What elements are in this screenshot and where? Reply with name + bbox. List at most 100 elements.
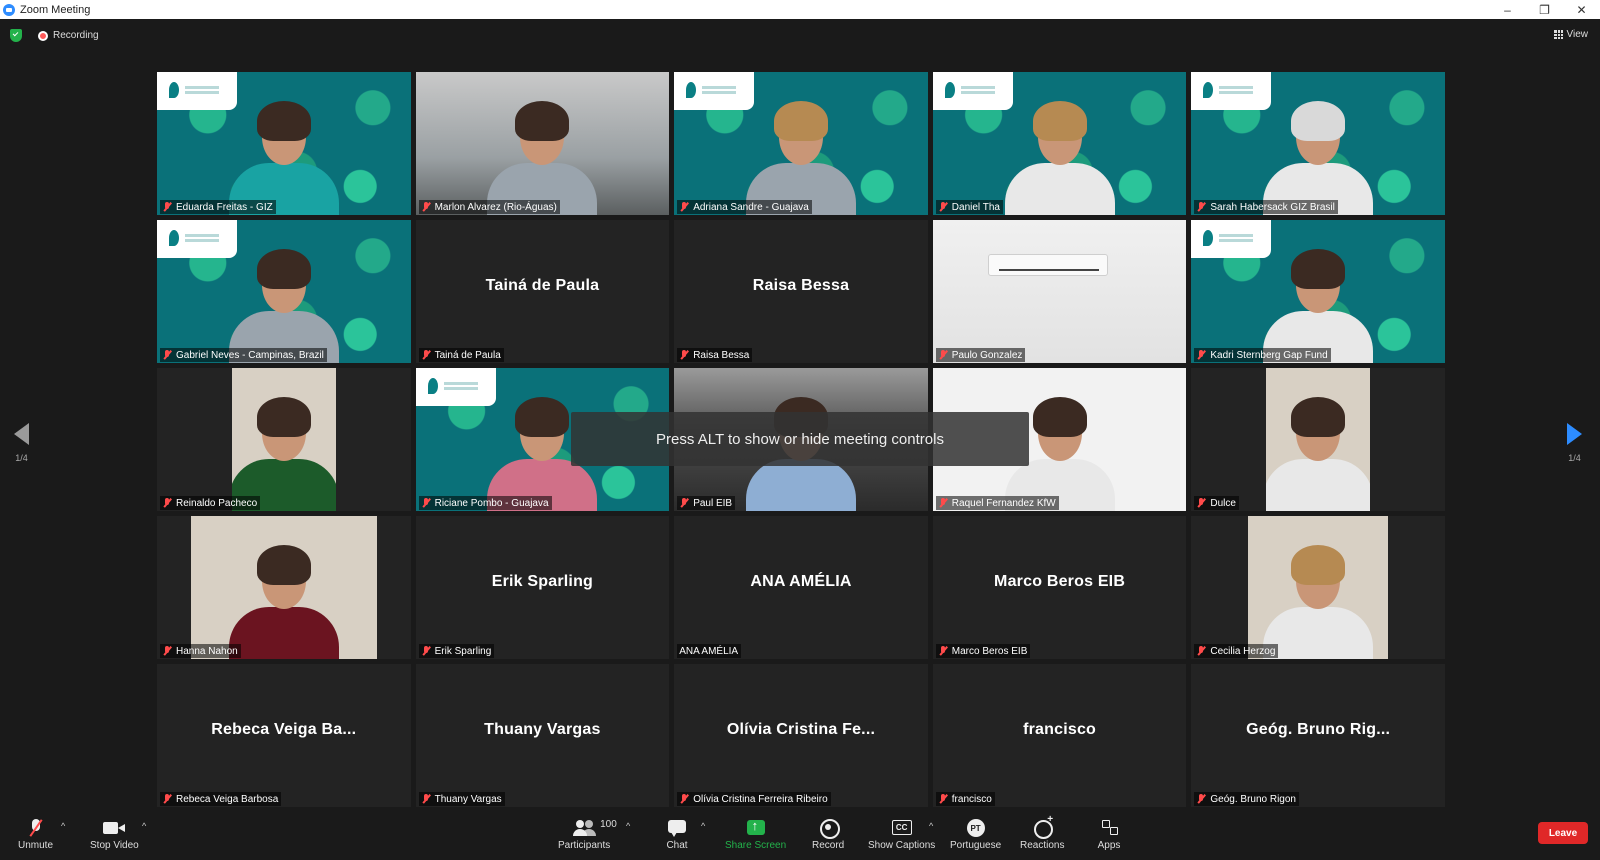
show-captions-button[interactable]: CC Show Captions [868, 819, 935, 851]
view-button[interactable]: View [1553, 29, 1588, 40]
video-feed [1248, 516, 1389, 659]
muted-mic-icon [1196, 202, 1206, 212]
participant-name: Geóg. Bruno Rigon [1210, 793, 1296, 805]
participant-name-label: Sarah Habersack GIZ Brasil [1194, 200, 1338, 214]
muted-mic-icon [421, 350, 431, 360]
participant-tile[interactable]: Reinaldo Pacheco [157, 368, 411, 511]
encryption-shield-icon[interactable] [10, 29, 22, 42]
participant-tile[interactable]: Adriana Sandre - Guajava [674, 72, 928, 215]
participant-name: Daniel Tha [951, 201, 1000, 213]
chat-bubble-icon [665, 819, 689, 837]
alt-hint-tooltip: Press ALT to show or hide meeting contro… [571, 412, 1029, 466]
participant-tile[interactable]: Paulo Gonzalez [932, 220, 1187, 363]
participant-tile[interactable]: Marlon Alvarez (Rio-Águas) [415, 72, 670, 215]
participant-name: Hanna Nahon [176, 645, 238, 657]
muted-mic-icon [938, 350, 948, 360]
participant-name: Paulo Gonzalez [951, 349, 1023, 361]
participant-name-label: Rebeca Veiga Barbosa [160, 792, 282, 806]
participant-video-image [231, 391, 336, 511]
participant-tile[interactable]: Hanna Nahon [157, 516, 411, 659]
participant-tile[interactable]: Olívia Cristina Fe... Olívia Cristina Fer… [674, 664, 928, 807]
video-feed [190, 516, 377, 659]
apps-label: Apps [1097, 840, 1121, 851]
participant-name: Raquel Fernandez KfW [951, 497, 1056, 509]
muted-mic-icon [162, 350, 172, 360]
close-button[interactable]: ✕ [1563, 0, 1600, 19]
muted-mic-icon [421, 794, 431, 804]
chat-button[interactable]: Chat [665, 819, 689, 851]
participant-tile[interactable]: Sarah Habersack GIZ Brasil [1191, 72, 1445, 215]
minimize-button[interactable]: – [1489, 0, 1526, 19]
participant-tile[interactable]: Gabriel Neves - Campinas, Brazil [157, 220, 411, 363]
chat-options-caret-icon[interactable]: ^ [701, 821, 705, 831]
gap-fund-logo [415, 368, 496, 406]
participants-options-caret-icon[interactable]: ^ [626, 821, 630, 831]
participant-tile[interactable]: Marco Beros EIB Marco Beros EIB [932, 516, 1187, 659]
participant-name-label: Erik Sparling [418, 644, 495, 658]
participant-name-label: Daniel Tha [935, 200, 1003, 214]
gap-fund-logo [1191, 72, 1272, 110]
participants-icon: 100 [572, 819, 617, 837]
participant-tile[interactable]: Eduarda Freitas - GIZ [157, 72, 411, 215]
participant-tile[interactable]: Erik Sparling Erik Sparling [415, 516, 670, 659]
audio-options-caret-icon[interactable]: ^ [61, 821, 65, 831]
video-camera-icon [102, 819, 126, 837]
unmute-button[interactable]: Unmute [18, 819, 53, 851]
participant-name: Cecilia Herzog [1210, 645, 1276, 657]
participant-tile[interactable]: Tainá de Paula Tainá de Paula [415, 220, 670, 363]
recording-indicator[interactable]: Recording [38, 30, 99, 41]
restore-button[interactable]: ❐ [1526, 0, 1563, 19]
meeting-topbar: Recording View [0, 19, 1600, 53]
record-button[interactable]: Record [812, 819, 844, 851]
participant-tile[interactable]: Raisa Bessa Raisa Bessa [674, 220, 928, 363]
participant-tile[interactable]: Cecilia Herzog [1191, 516, 1445, 659]
apps-button[interactable]: Apps [1097, 819, 1121, 851]
stop-video-button[interactable]: Stop Video [90, 819, 139, 851]
video-options-caret-icon[interactable]: ^ [142, 821, 146, 831]
participant-video-image [1266, 391, 1371, 511]
participant-name: Rebeca Veiga Barbosa [176, 793, 279, 805]
participant-name: Reinaldo Pacheco [176, 497, 258, 509]
meeting-toolbar: Unmute ^ Stop Video ^ 100 Participants ^… [0, 811, 1600, 860]
participant-tile[interactable]: Kadri Sternberg Gap Fund [1191, 220, 1445, 363]
participant-video-image [1263, 243, 1374, 363]
window-controls: – ❐ ✕ [1489, 0, 1600, 19]
recording-dot-icon [38, 30, 48, 41]
muted-mic-icon [1196, 646, 1206, 656]
chat-label: Chat [666, 840, 688, 851]
participant-tile[interactable]: Dulce [1191, 368, 1445, 511]
participant-tile[interactable]: Rebeca Veiga Ba... Rebeca Veiga Barbosa [157, 664, 411, 807]
participant-video-image [228, 243, 339, 363]
participants-button[interactable]: 100 Participants [558, 819, 617, 851]
participant-tile[interactable]: Thuany Vargas Thuany Vargas [415, 664, 670, 807]
participant-name-label: Geóg. Bruno Rigon [1194, 792, 1299, 806]
smiley-add-icon [1030, 814, 1054, 839]
air-conditioner-image [987, 254, 1108, 276]
participant-name-label: Thuany Vargas [418, 792, 505, 806]
participant-video-image [228, 95, 339, 215]
next-page-button[interactable]: 1/4 [1567, 423, 1582, 463]
captions-options-caret-icon[interactable]: ^ [929, 821, 933, 831]
stop-video-label: Stop Video [90, 840, 139, 851]
participants-label: Participants [558, 840, 611, 851]
language-button[interactable]: PT Portuguese [950, 819, 1001, 851]
participant-name-label: ANA AMÉLIA [677, 644, 742, 658]
participant-tile[interactable]: Geóg. Bruno Rig... Geóg. Bruno Rigon [1191, 664, 1445, 807]
participant-name: Marlon Alvarez (Rio-Águas) [434, 201, 557, 213]
share-screen-button[interactable]: Share Screen [725, 818, 786, 851]
participant-display-name: Rebeca Veiga Ba... [211, 721, 357, 738]
reactions-button[interactable]: Reactions [1020, 814, 1065, 851]
previous-page-button[interactable]: 1/4 [14, 423, 29, 463]
participant-tile[interactable]: ANA AMÉLIA ANA AMÉLIA [674, 516, 928, 659]
participant-display-name: Olívia Cristina Fe... [726, 721, 876, 738]
participant-name: Gabriel Neves - Campinas, Brazil [176, 349, 324, 361]
gap-fund-logo [157, 72, 237, 110]
participant-name-label: Kadri Sternberg Gap Fund [1194, 348, 1331, 362]
reactions-label: Reactions [1020, 840, 1065, 851]
participant-display-name: Marco Beros EIB [994, 573, 1126, 590]
participant-tile[interactable]: Daniel Tha [932, 72, 1187, 215]
muted-mic-icon [421, 202, 431, 212]
leave-button[interactable]: Leave [1538, 822, 1588, 844]
muted-mic-icon [679, 498, 689, 508]
participant-tile[interactable]: francisco francisco [932, 664, 1187, 807]
